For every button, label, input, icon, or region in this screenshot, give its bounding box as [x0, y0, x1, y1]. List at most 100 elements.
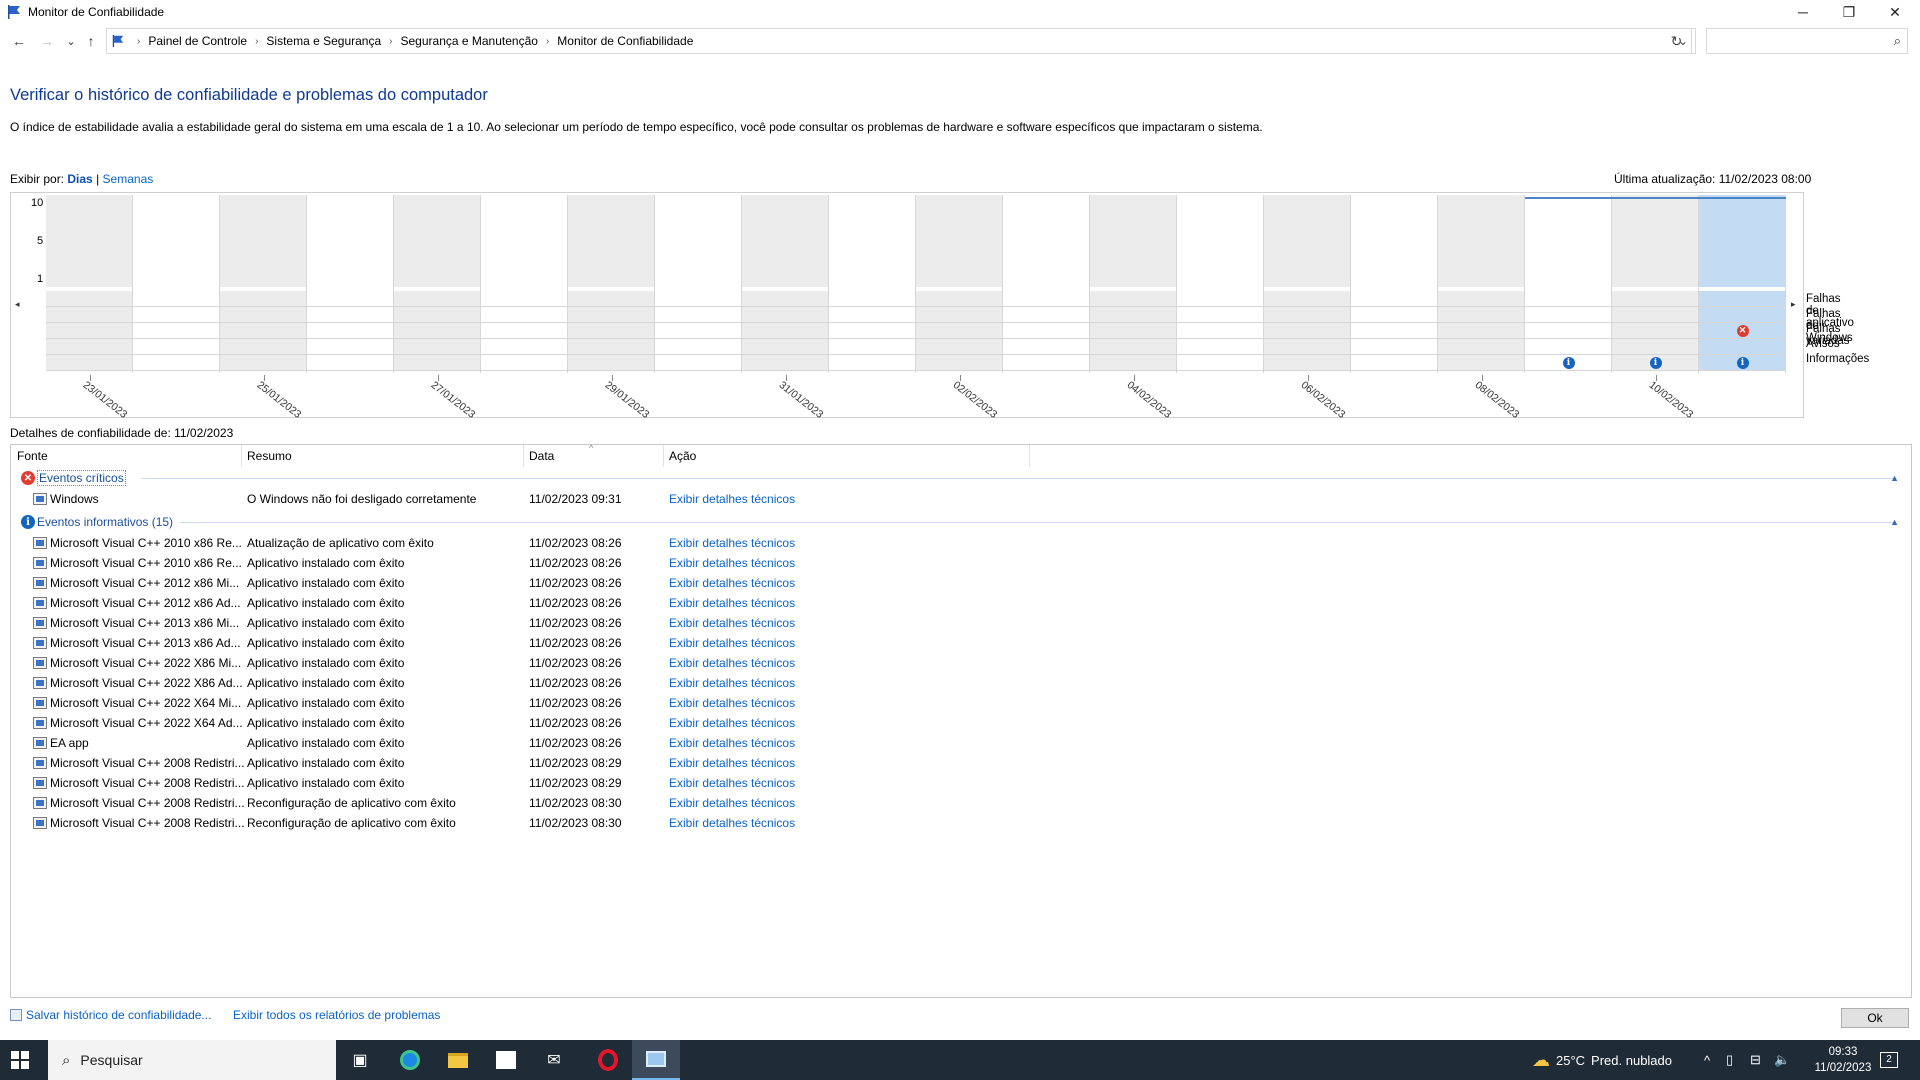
collapse-critical-icon[interactable]: ▲: [1890, 473, 1899, 483]
view-technical-details-link[interactable]: Exibir detalhes técnicos: [669, 656, 869, 670]
chart-day-column[interactable]: [1003, 195, 1090, 373]
table-row[interactable]: Windows O Windows não foi desligado corre…: [11, 489, 1911, 509]
table-row[interactable]: Microsoft Visual C++ 2013 x86 Ad... Aplic…: [11, 633, 1911, 653]
info-icon[interactable]: i: [1736, 357, 1749, 369]
mail-icon[interactable]: ✉: [530, 1040, 578, 1080]
volume-icon[interactable]: 🔈: [1774, 1040, 1790, 1080]
close-button[interactable]: ✕: [1872, 0, 1918, 24]
table-row[interactable]: Microsoft Visual C++ 2022 X86 Mi... Aplic…: [11, 653, 1911, 673]
chart-day-column[interactable]: [307, 195, 394, 373]
up-button[interactable]: ↑: [80, 30, 102, 52]
network-icon[interactable]: ⊟: [1750, 1040, 1761, 1080]
col-date[interactable]: Data: [529, 449, 554, 463]
table-row[interactable]: Microsoft Visual C++ 2008 Redistri... Apl…: [11, 773, 1911, 793]
table-row[interactable]: Microsoft Visual C++ 2022 X64 Mi... Aplic…: [11, 693, 1911, 713]
touch-icon[interactable]: ▯: [1726, 1040, 1733, 1080]
address-bar[interactable]: › Painel de Controle › Sistema e Seguranç…: [106, 28, 1696, 54]
table-row[interactable]: Microsoft Visual C++ 2008 Redistri... Rec…: [11, 813, 1911, 833]
chart-scroll-right[interactable]: ▸: [1791, 299, 1796, 310]
view-technical-details-link[interactable]: Exibir detalhes técnicos: [669, 816, 869, 830]
chart-day-column[interactable]: [1525, 195, 1612, 373]
table-row[interactable]: Microsoft Visual C++ 2012 x86 Ad... Aplic…: [11, 593, 1911, 613]
group-critical-events[interactable]: ✕ Eventos críticos: [21, 469, 126, 487]
view-technical-details-link[interactable]: Exibir detalhes técnicos: [669, 696, 869, 710]
error-icon[interactable]: ✕: [1736, 325, 1749, 337]
breadcrumb-monitor[interactable]: Monitor de Confiabilidade: [557, 34, 693, 48]
breadcrumb-seguranca[interactable]: Segurança e Manutenção ›: [401, 34, 558, 48]
view-technical-details-link[interactable]: Exibir detalhes técnicos: [669, 636, 869, 650]
chart-scroll-left[interactable]: ◂: [15, 299, 20, 310]
restore-button[interactable]: ❐: [1826, 0, 1872, 24]
collapse-info-icon[interactable]: ▲: [1890, 517, 1899, 527]
view-technical-details-link[interactable]: Exibir detalhes técnicos: [669, 796, 869, 810]
clock[interactable]: 09:33 11/02/2023: [1808, 1044, 1878, 1076]
col-source[interactable]: Fonte: [17, 449, 48, 463]
view-technical-details-link[interactable]: Exibir detalhes técnicos: [669, 536, 869, 550]
chart-day-column[interactable]: [1090, 195, 1177, 373]
table-row[interactable]: Microsoft Visual C++ 2022 X64 Ad... Aplic…: [11, 713, 1911, 733]
table-row[interactable]: Microsoft Visual C++ 2010 x86 Re... Atual…: [11, 533, 1911, 553]
view-technical-details-link[interactable]: Exibir detalhes técnicos: [669, 576, 869, 590]
view-technical-details-link[interactable]: Exibir detalhes técnicos: [669, 736, 869, 750]
chart-day-column[interactable]: [46, 195, 133, 373]
notifications-icon[interactable]: 2: [1880, 1040, 1898, 1080]
view-technical-details-link[interactable]: Exibir detalhes técnicos: [669, 596, 869, 610]
save-history-link[interactable]: Salvar histórico de confiabilidade...: [10, 1008, 211, 1022]
breadcrumb-sistema[interactable]: Sistema e Segurança ›: [266, 34, 400, 48]
opera-icon[interactable]: [584, 1040, 632, 1080]
info-icon[interactable]: i: [1562, 357, 1575, 369]
chart-day-column[interactable]: [916, 195, 1003, 373]
breadcrumb-painel[interactable]: Painel de Controle ›: [148, 34, 266, 48]
chart-day-column[interactable]: [133, 195, 220, 373]
chart-day-column[interactable]: [742, 195, 829, 373]
task-view-icon[interactable]: ▣: [336, 1040, 384, 1080]
table-row[interactable]: Microsoft Visual C++ 2013 x86 Mi... Aplic…: [11, 613, 1911, 633]
view-technical-details-link[interactable]: Exibir detalhes técnicos: [669, 776, 869, 790]
chart-day-column[interactable]: [655, 195, 742, 373]
reliability-monitor-taskbar-icon[interactable]: [632, 1040, 680, 1080]
table-row[interactable]: Microsoft Visual C++ 2010 x86 Re... Aplic…: [11, 553, 1911, 573]
chart-day-column[interactable]: [394, 195, 481, 373]
table-row[interactable]: Microsoft Visual C++ 2012 x86 Mi... Aplic…: [11, 573, 1911, 593]
view-days-link[interactable]: Dias: [67, 172, 92, 186]
group-info-events[interactable]: i Eventos informativos (15): [21, 513, 173, 531]
chart-day-column[interactable]: [1264, 195, 1351, 373]
view-weeks-link[interactable]: Semanas: [103, 172, 154, 186]
chart-day-column[interactable]: [220, 195, 307, 373]
info-icon[interactable]: i: [1649, 357, 1662, 369]
forward-button[interactable]: →: [36, 30, 58, 52]
taskbar-search[interactable]: ⌕ Pesquisar: [48, 1040, 336, 1080]
chart-day-column[interactable]: [829, 195, 916, 373]
minimize-button[interactable]: ─: [1780, 0, 1826, 24]
view-all-reports-link[interactable]: Exibir todos os relatórios de problemas: [233, 1008, 440, 1022]
chart-day-column[interactable]: [1438, 195, 1525, 373]
table-row[interactable]: Microsoft Visual C++ 2008 Redistri... Apl…: [11, 753, 1911, 773]
chart-day-column[interactable]: [481, 195, 568, 373]
recent-locations-button[interactable]: ⌄: [60, 30, 82, 52]
view-technical-details-link[interactable]: Exibir detalhes técnicos: [669, 716, 869, 730]
ok-button[interactable]: Ok: [1841, 1008, 1909, 1028]
store-icon[interactable]: [482, 1040, 530, 1080]
chart-day-column[interactable]: [1351, 195, 1438, 373]
col-action[interactable]: Ação: [669, 449, 696, 463]
windows-start-icon[interactable]: [10, 1050, 30, 1070]
chevron-up-icon[interactable]: ^: [1704, 1040, 1710, 1080]
view-technical-details-link[interactable]: Exibir detalhes técnicos: [669, 556, 869, 570]
chart-day-column[interactable]: [568, 195, 655, 373]
search-input[interactable]: ⌕: [1706, 28, 1908, 54]
file-explorer-icon[interactable]: [434, 1040, 482, 1080]
edge-icon[interactable]: [386, 1040, 434, 1080]
view-technical-details-link[interactable]: Exibir detalhes técnicos: [669, 676, 869, 690]
view-technical-details-link[interactable]: Exibir detalhes técnicos: [669, 492, 869, 506]
col-summary[interactable]: Resumo: [247, 449, 292, 463]
refresh-button[interactable]: ↻: [1662, 28, 1692, 54]
weather-widget[interactable]: ☁ 25°C Pred. nublado: [1532, 1040, 1672, 1080]
view-technical-details-link[interactable]: Exibir detalhes técnicos: [669, 756, 869, 770]
table-row[interactable]: Microsoft Visual C++ 2022 X86 Ad... Aplic…: [11, 673, 1911, 693]
back-button[interactable]: ←: [8, 30, 30, 52]
view-technical-details-link[interactable]: Exibir detalhes técnicos: [669, 616, 869, 630]
chart-day-column[interactable]: [1612, 195, 1699, 373]
chart-day-column[interactable]: [1699, 195, 1786, 373]
table-row[interactable]: Microsoft Visual C++ 2008 Redistri... Rec…: [11, 793, 1911, 813]
table-row[interactable]: EA app Aplicativo instalado com êxito 11/0…: [11, 733, 1911, 753]
